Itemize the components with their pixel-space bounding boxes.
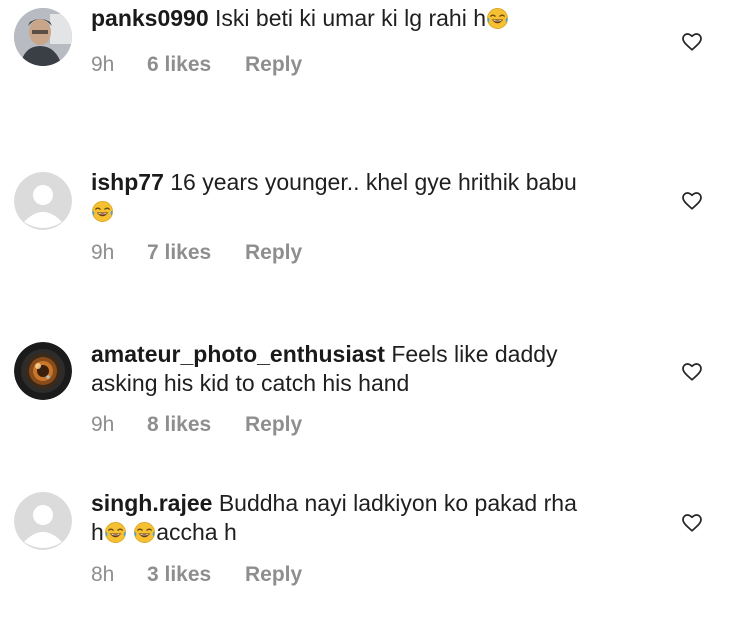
comment-body: amateur_photo_enthusiast Feels like dadd…	[91, 340, 651, 398]
comment-meta: 9h 7 likes Reply	[91, 241, 302, 265]
avatar[interactable]	[14, 492, 72, 550]
heart-outline-icon[interactable]	[681, 512, 703, 534]
comment-username[interactable]: ishp77	[91, 169, 164, 195]
heart-outline-icon[interactable]	[681, 190, 703, 212]
heart-outline-icon[interactable]	[681, 361, 703, 383]
comment-likes[interactable]: 7 likes	[147, 241, 245, 265]
default-avatar-icon	[14, 492, 72, 550]
face-with-tears-of-joy-icon	[486, 7, 509, 30]
avatar[interactable]	[14, 342, 72, 400]
comment-text: Iski beti ki umar ki lg rahi h	[215, 5, 487, 31]
face-with-tears-of-joy-icon	[133, 521, 156, 544]
comment-text: Feels like daddy	[391, 341, 558, 367]
comment-username[interactable]: panks0990	[91, 5, 209, 31]
comment-body: panks0990 Iski beti ki umar ki lg rahi h	[91, 4, 651, 33]
comment-username[interactable]: amateur_photo_enthusiast	[91, 341, 385, 367]
comment-meta: 8h 3 likes Reply	[91, 563, 302, 587]
comment-text: Buddha nayi ladkiyon ko pakad rha	[218, 490, 577, 516]
default-avatar-icon	[14, 172, 72, 230]
comment-text: asking his kid to catch his hand	[91, 370, 410, 396]
face-with-tears-of-joy-icon	[104, 521, 127, 544]
comment-username[interactable]: singh.rajee	[91, 490, 212, 516]
reply-button[interactable]: Reply	[245, 563, 302, 587]
comment-text: h	[91, 519, 104, 545]
user-photo-avatar-icon	[14, 8, 72, 66]
reply-button[interactable]: Reply	[245, 413, 302, 437]
comment-time: 9h	[91, 53, 115, 76]
comment-text: 16 years younger.. khel gye hrithik babu	[170, 169, 577, 195]
comment-time: 9h	[91, 241, 115, 264]
comment-meta: 9h 8 likes Reply	[91, 413, 302, 437]
comment-likes[interactable]: 3 likes	[147, 563, 245, 587]
comment-body: ishp77 16 years younger.. khel gye hrith…	[91, 168, 651, 226]
comment-body: singh.rajee Buddha nayi ladkiyon ko paka…	[91, 489, 651, 547]
comment-likes[interactable]: 8 likes	[147, 413, 245, 437]
avatar[interactable]	[14, 8, 72, 66]
comment-meta: 9h 6 likes Reply	[91, 53, 302, 77]
camera-lens-avatar-icon	[14, 342, 72, 400]
avatar[interactable]	[14, 172, 72, 230]
heart-outline-icon[interactable]	[681, 31, 703, 53]
reply-button[interactable]: Reply	[245, 241, 302, 265]
reply-button[interactable]: Reply	[245, 53, 302, 77]
comment-time: 8h	[91, 563, 115, 586]
face-with-tears-of-joy-icon	[91, 200, 114, 223]
comment-text: accha h	[156, 519, 237, 545]
comment-likes[interactable]: 6 likes	[147, 53, 245, 77]
comment-time: 9h	[91, 413, 115, 436]
